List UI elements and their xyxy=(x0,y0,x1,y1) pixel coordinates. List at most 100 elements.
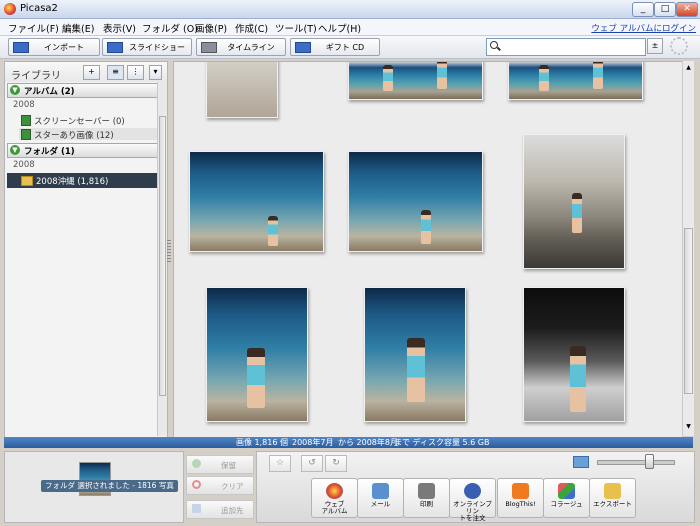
export-folder-icon xyxy=(604,483,621,499)
album-icon xyxy=(21,115,31,126)
photo-thumbnail[interactable] xyxy=(206,62,278,118)
gift-cd-button[interactable]: ギフト CD xyxy=(290,38,380,56)
export-button[interactable]: エクスポート xyxy=(589,478,636,518)
order-prints-icon xyxy=(464,483,481,499)
export-label: エクスポート xyxy=(593,500,632,508)
zoom-image-icon xyxy=(573,456,589,468)
search-input[interactable] xyxy=(501,40,645,54)
photo-grid-scrollbar[interactable]: ▲ ▼ xyxy=(682,61,694,436)
album-icon xyxy=(21,129,31,140)
photo-subject xyxy=(539,65,549,91)
web-album-label: ウェブ アルバム xyxy=(321,500,348,515)
menu-view[interactable]: 表示(V) xyxy=(103,21,136,35)
folders-year: 2008 xyxy=(13,160,35,170)
order-prints-label: オンラインプリン トを注文 xyxy=(453,500,492,522)
hold-label: 保留 xyxy=(221,461,236,470)
photo-subject xyxy=(407,338,425,402)
close-button[interactable]: ✕ xyxy=(676,2,698,17)
slideshow-button[interactable]: スライドショー xyxy=(102,38,192,56)
library-title: ライブラリ xyxy=(11,71,61,82)
clear-button[interactable]: クリア xyxy=(186,476,254,495)
albums-header-label: アルバム (2) xyxy=(24,87,75,97)
view-menu-chevron-icon[interactable]: ▾ xyxy=(149,65,162,80)
albums-section-header[interactable]: ▼ アルバム (2) xyxy=(7,83,159,98)
photo-thumbnail[interactable] xyxy=(523,287,625,422)
cd-icon xyxy=(295,42,311,53)
photo-thumbnail[interactable] xyxy=(508,62,643,100)
album-starred[interactable]: スターあり画像 (12) xyxy=(19,128,157,141)
collapse-arrow-icon[interactable]: ▼ xyxy=(10,85,20,95)
order-prints-button[interactable]: オンラインプリン トを注文 xyxy=(449,478,496,522)
hold-icon xyxy=(192,459,201,468)
photo-thumbnail[interactable] xyxy=(523,134,625,269)
web-album-login-link[interactable]: ウェブ アルバムにログイン xyxy=(591,22,696,34)
rotate-right-button[interactable]: ↻ xyxy=(325,455,347,472)
folders-section-header[interactable]: ▼ フォルダ (1) xyxy=(7,143,159,158)
scroll-up-arrow-icon[interactable]: ▲ xyxy=(685,64,692,72)
picasa-logo-icon xyxy=(4,3,16,15)
library-header: ライブラリ + ≡ ⋮ ▾ xyxy=(5,62,167,82)
folder-label: 2008沖縄 (1,816) xyxy=(36,177,109,187)
rotate-left-button[interactable]: ↺ xyxy=(301,455,323,472)
print-label: 印刷 xyxy=(420,500,433,508)
menu-create[interactable]: 作成(C) xyxy=(235,21,268,35)
slideshow-icon xyxy=(107,42,123,53)
photo-subject xyxy=(570,346,586,412)
photo-thumbnail[interactable] xyxy=(348,62,483,100)
timeline-label: タイムライン xyxy=(227,43,275,52)
panel-splitter-handle[interactable] xyxy=(167,240,171,262)
collapse-arrow-icon[interactable]: ▼ xyxy=(10,145,20,155)
import-label: インポート xyxy=(44,43,84,52)
menu-tools[interactable]: ツール(T) xyxy=(275,21,317,35)
zoom-slider-knob[interactable] xyxy=(645,454,654,469)
hold-button[interactable]: 保留 xyxy=(186,455,254,474)
clear-search-button[interactable]: ± xyxy=(647,38,663,54)
add-to-icon xyxy=(192,504,201,513)
action-bar: ☆ ↺ ↻ ウェブ アルバム メール 印刷 オンラインプリン トを注文 Blog… xyxy=(256,451,695,523)
print-button[interactable]: 印刷 xyxy=(403,478,450,518)
maximize-button[interactable]: □ xyxy=(654,2,676,17)
photo-subject xyxy=(383,65,393,91)
menu-folder[interactable]: フォルダ (O) xyxy=(142,21,198,35)
folder-item-selected[interactable]: 2008沖縄 (1,816) xyxy=(7,173,157,188)
zoom-slider-track[interactable] xyxy=(597,460,675,465)
collage-button[interactable]: コラージュ xyxy=(543,478,590,518)
menu-file[interactable]: ファイル(F) xyxy=(8,21,59,35)
star-button[interactable]: ☆ xyxy=(269,455,291,472)
photo-thumbnail[interactable] xyxy=(206,287,308,422)
mail-label: メール xyxy=(370,500,391,508)
minimize-button[interactable]: _ xyxy=(632,2,654,17)
photo-thumbnail[interactable] xyxy=(364,287,466,422)
photo-thumbnail[interactable] xyxy=(348,151,483,252)
add-to-button[interactable]: 追加先 xyxy=(186,500,254,519)
blogthis-button[interactable]: BlogThis! xyxy=(497,478,544,518)
search-box[interactable] xyxy=(486,38,646,56)
menu-picture[interactable]: 画像(P) xyxy=(195,21,227,35)
import-button[interactable]: インポート xyxy=(8,38,100,56)
photo-grid-scroll-thumb[interactable] xyxy=(684,228,693,394)
add-album-button[interactable]: + xyxy=(83,65,100,80)
collage-icon xyxy=(558,483,575,499)
collage-label: コラージュ xyxy=(550,500,583,508)
menu-bar: ファイル(F) 編集(E) 表示(V) フォルダ (O) 画像(P) 作成(C)… xyxy=(0,19,700,36)
tree-view-icon[interactable]: ⋮ xyxy=(127,65,144,80)
mail-button[interactable]: メール xyxy=(357,478,404,518)
photo-subject xyxy=(593,62,603,89)
timeline-button[interactable]: タイムライン xyxy=(196,38,286,56)
list-view-icon[interactable]: ≡ xyxy=(107,65,124,80)
scroll-down-arrow-icon[interactable]: ▼ xyxy=(685,423,692,431)
photo-subject xyxy=(268,216,278,246)
status-image-count: 画像 1,816 個 xyxy=(236,438,288,447)
add-to-label: 追加先 xyxy=(221,506,244,515)
web-album-button[interactable]: ウェブ アルバム xyxy=(311,478,358,518)
status-disk-size: まで ディスク容量 5.6 GB xyxy=(394,438,490,447)
blogger-icon xyxy=(512,483,529,499)
menu-edit[interactable]: 編集(E) xyxy=(62,21,94,35)
album-screensaver[interactable]: スクリーンセーバー (0) xyxy=(19,114,157,127)
blogthis-label: BlogThis! xyxy=(505,500,536,508)
sidebar-scrollbar[interactable] xyxy=(157,82,167,436)
menu-help[interactable]: ヘルプ(H) xyxy=(318,21,361,35)
sidebar-scroll-thumb[interactable] xyxy=(159,116,166,396)
library-sidebar: ライブラリ + ≡ ⋮ ▾ ▼ アルバム (2) 2008 スクリーンセーバー … xyxy=(4,61,168,438)
photo-thumbnail[interactable] xyxy=(189,151,324,252)
